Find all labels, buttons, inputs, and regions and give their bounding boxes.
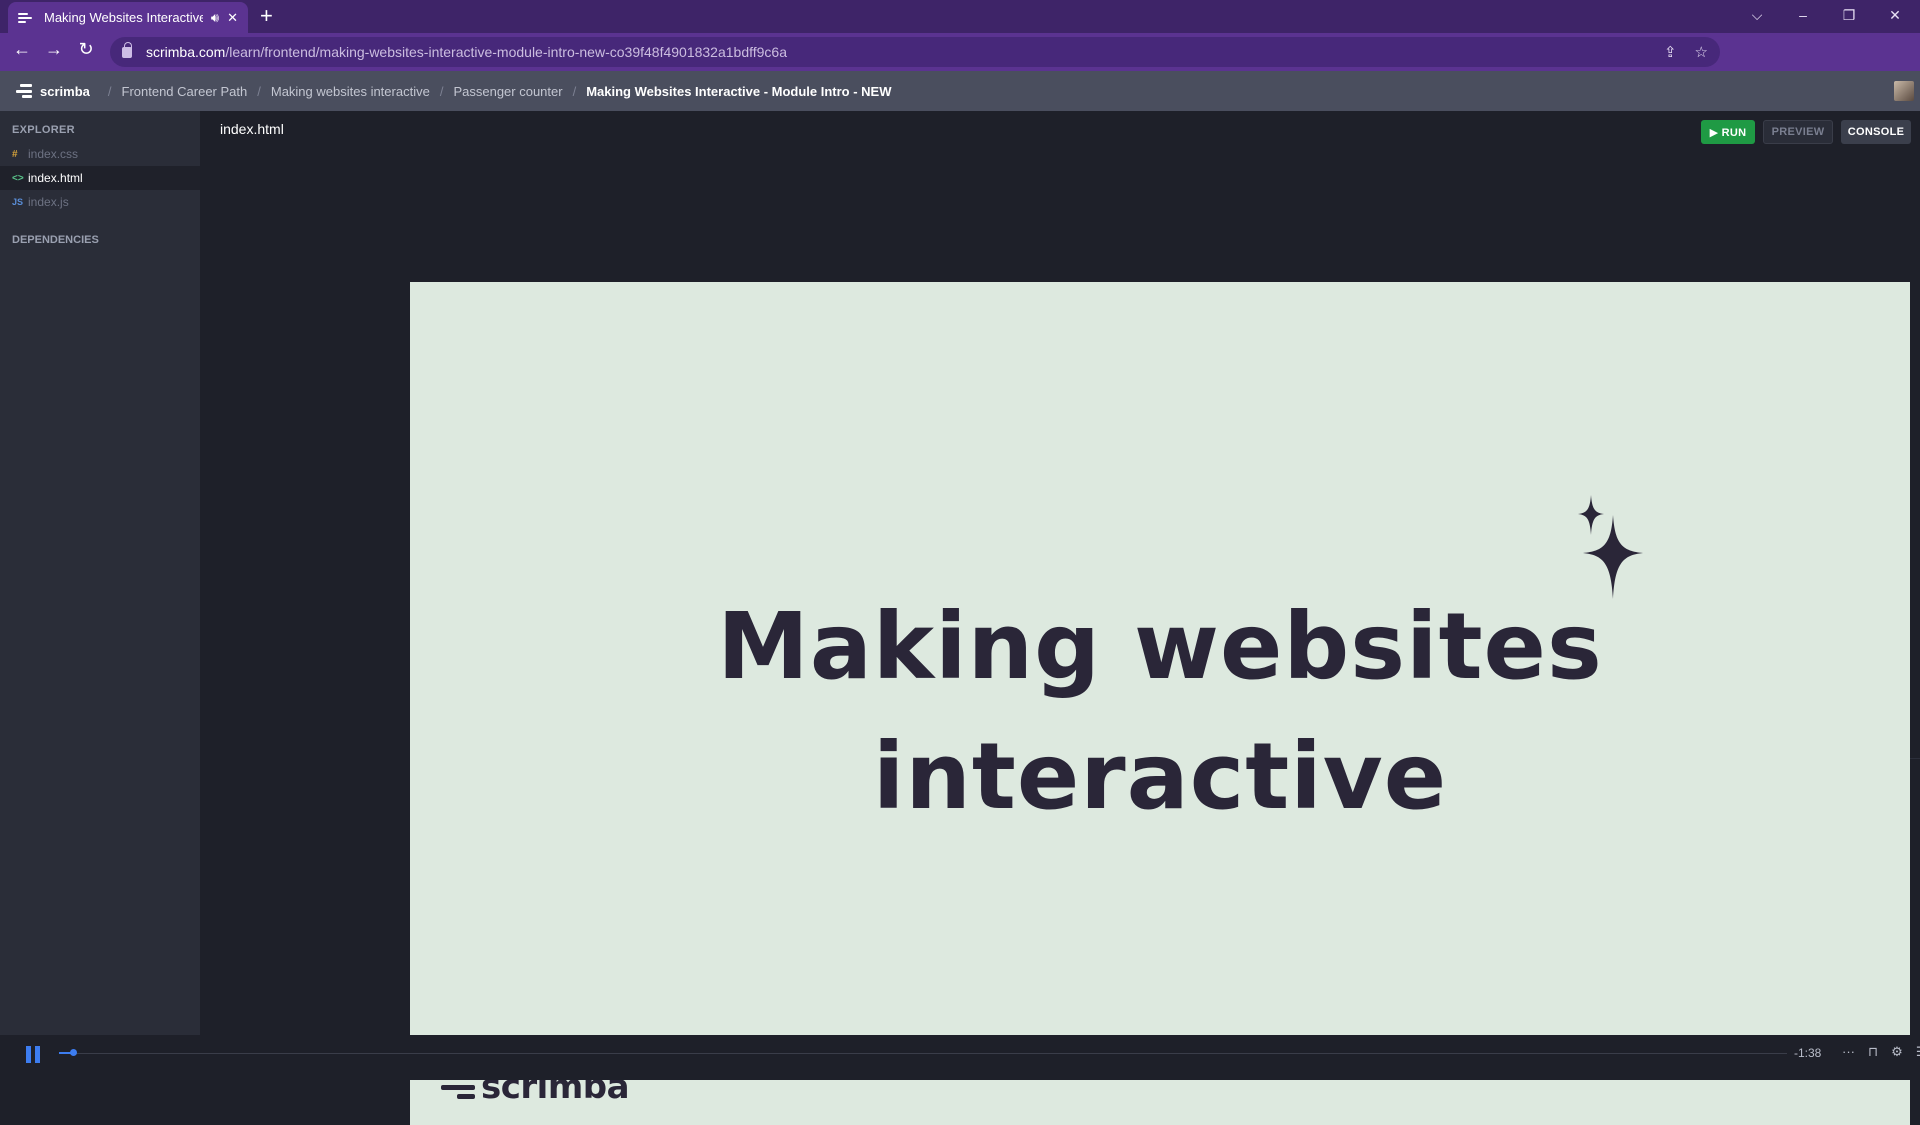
pause-icon[interactable] — [26, 1046, 40, 1063]
slide-title-line-1: Making websites — [717, 593, 1603, 700]
css-file-icon: # — [12, 148, 18, 160]
settings-gear-icon[interactable]: ⚙ — [1891, 1044, 1903, 1060]
window-controls: ⌵ – ❐ ✕ — [1734, 0, 1918, 30]
back-arrow-icon[interactable]: ← — [6, 39, 38, 60]
breadcrumb-item[interactable]: Passenger counter — [453, 84, 562, 99]
bookmark-icon[interactable]: ⊓ — [1868, 1044, 1878, 1060]
slide-title: Making websites interactive — [410, 582, 1910, 842]
minimize-button[interactable]: – — [1780, 7, 1826, 23]
close-window-button[interactable]: ✕ — [1872, 7, 1918, 24]
preview-button[interactable]: PREVIEW — [1763, 120, 1833, 144]
browser-toolbar: ← → ↻ scrimba.com /learn/frontend/making… — [0, 33, 1920, 93]
html-file-icon: <> — [12, 172, 24, 184]
scrim-player-bar: -1:38 ··· ⊓ ⚙ ☰ — [0, 1035, 1920, 1080]
breadcrumb-current: Making Websites Interactive - Module Int… — [586, 83, 892, 99]
url-path: /learn/frontend/making-websites-interact… — [225, 44, 787, 60]
lock-icon[interactable] — [122, 41, 132, 58]
browser-tab[interactable]: Making Websites Interactive 🔊︎ ✕ — [8, 2, 248, 33]
sparkle-icon — [1578, 495, 1643, 599]
file-item-index-css[interactable]: # index.css — [0, 142, 200, 166]
js-file-icon: JS — [12, 197, 24, 207]
brand-name: scrimba — [40, 83, 90, 99]
address-bar[interactable]: scrimba.com /learn/frontend/making-websi… — [110, 37, 1720, 67]
tab-title: Making Websites Interactive — [44, 10, 203, 25]
run-button[interactable]: ▶ RUN — [1701, 120, 1755, 144]
editor-main: index.html ▶ RUN PREVIEW CONSOLE ⌄ Makin… — [200, 111, 1920, 1125]
time-remaining: -1:38 — [1794, 1046, 1822, 1060]
video-slide[interactable]: Making websites interactive scrimba — [410, 282, 1910, 1125]
share-icon[interactable]: ⇪ — [1664, 43, 1677, 61]
scrimba-favicon-icon — [18, 10, 34, 26]
breadcrumb: / Frontend Career Path / Making websites… — [98, 84, 892, 99]
progress-handle[interactable] — [70, 1049, 77, 1056]
reload-icon[interactable]: ↻ — [70, 39, 102, 60]
speaker-icon[interactable]: 🔊︎ — [211, 10, 219, 26]
browser-tab-strip: Making Websites Interactive 🔊︎ ✕ + ⌵ – ❐… — [0, 0, 1920, 33]
scrimba-logo-icon — [12, 84, 32, 98]
breadcrumb-item[interactable]: Making websites interactive — [271, 84, 430, 99]
close-tab-icon[interactable]: ✕ — [227, 10, 238, 26]
file-item-index-js[interactable]: JS index.js — [0, 190, 200, 214]
bookmark-star-icon[interactable]: ☆ — [1695, 43, 1708, 61]
progress-track[interactable] — [59, 1053, 1787, 1054]
restore-button[interactable]: ❐ — [1826, 7, 1872, 24]
url-host: scrimba.com — [146, 44, 226, 60]
file-item-index-html[interactable]: <> index.html — [0, 166, 200, 190]
playlist-menu-icon[interactable]: ☰ — [1916, 1044, 1920, 1060]
file-explorer-sidebar: EXPLORER # index.css <> index.html JS in… — [0, 111, 200, 1080]
file-name: index.css — [28, 147, 79, 161]
tab-search-icon[interactable]: ⌵ — [1734, 7, 1780, 24]
scrimba-header: scrimba / Frontend Career Path / Making … — [0, 71, 1920, 111]
breadcrumb-separator: / — [257, 83, 261, 99]
file-name: index.html — [28, 171, 83, 185]
breadcrumb-separator: / — [439, 83, 444, 99]
open-file-title: index.html — [220, 121, 284, 137]
breadcrumb-item[interactable]: Frontend Career Path — [122, 84, 248, 99]
slide-title-line-2: interactive — [872, 723, 1448, 830]
new-tab-button[interactable]: + — [260, 4, 273, 28]
breadcrumb-separator: / — [572, 83, 577, 99]
more-options-icon[interactable]: ··· — [1842, 1044, 1855, 1060]
user-avatar[interactable] — [1894, 81, 1914, 101]
scrimba-brand[interactable]: scrimba — [12, 84, 90, 99]
breadcrumb-separator: / — [107, 83, 112, 99]
file-name: index.js — [28, 195, 69, 209]
console-button[interactable]: CONSOLE — [1841, 120, 1911, 144]
dependencies-heading[interactable]: DEPENDENCIES — [0, 214, 200, 246]
forward-arrow-icon[interactable]: → — [38, 39, 70, 60]
explorer-heading: EXPLORER — [12, 124, 75, 136]
